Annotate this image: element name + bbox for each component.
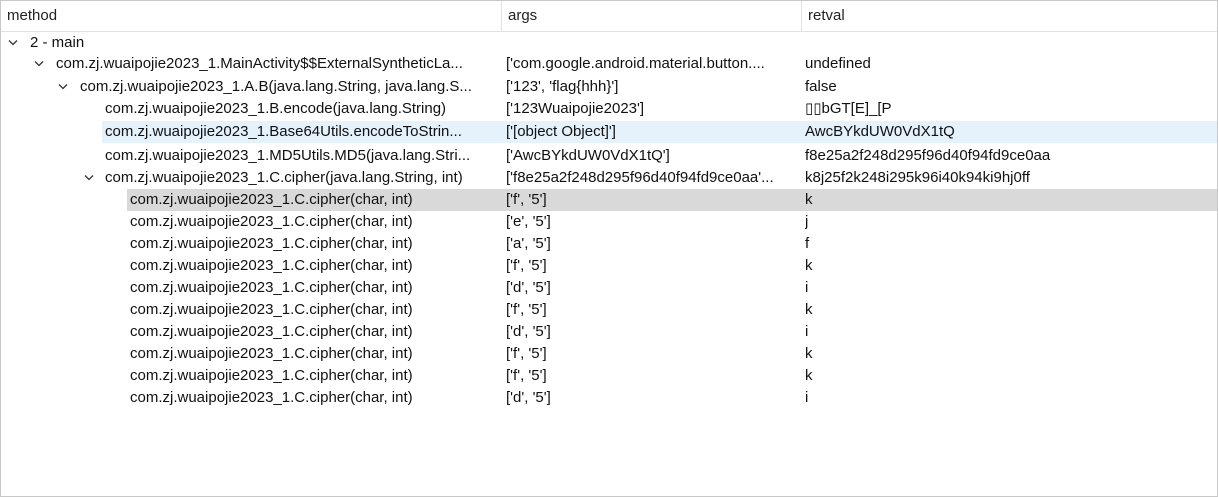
retval-cell: i — [805, 323, 809, 340]
retval-cell: k8j25f2k248i295k96i40k94ki9hj0ff — [805, 169, 1030, 186]
retval-cell: j — [805, 213, 809, 230]
tree-row[interactable]: com.zj.wuaipojie2023_1.C.cipher(char, in… — [1, 299, 1217, 321]
column-header: method args retval — [1, 1, 1217, 32]
method-cell: com.zj.wuaipojie2023_1.C.cipher(char, in… — [130, 257, 413, 274]
method-cell: com.zj.wuaipojie2023_1.C.cipher(char, in… — [130, 323, 413, 340]
tree-row[interactable]: com.zj.wuaipojie2023_1.Base64Utils.encod… — [1, 121, 1217, 143]
retval-cell: f — [805, 235, 810, 252]
tree-row[interactable]: 2 - main — [1, 32, 1217, 54]
method-cell: com.zj.wuaipojie2023_1.Base64Utils.encod… — [105, 123, 462, 140]
method-cell: com.zj.wuaipojie2023_1.C.cipher(char, in… — [130, 345, 413, 362]
tree-row[interactable]: com.zj.wuaipojie2023_1.C.cipher(char, in… — [1, 387, 1217, 409]
method-cell: com.zj.wuaipojie2023_1.A.B(java.lang.Str… — [80, 78, 472, 95]
method-cell: com.zj.wuaipojie2023_1.C.cipher(java.lan… — [105, 169, 463, 186]
args-cell: ['f8e25a2f248d295f96d40f94fd9ce0aa'... — [506, 169, 774, 186]
column-header-method[interactable]: method — [1, 1, 501, 31]
chevron-down-icon[interactable] — [81, 167, 97, 189]
args-cell — [506, 32, 799, 54]
chevron-down-icon[interactable] — [55, 76, 71, 98]
method-cell: com.zj.wuaipojie2023_1.MD5Utils.MD5(java… — [105, 147, 471, 164]
tree-row[interactable]: com.zj.wuaipojie2023_1.C.cipher(char, in… — [1, 189, 1217, 211]
tree-row[interactable]: com.zj.wuaipojie2023_1.B.encode(java.lan… — [1, 98, 1217, 120]
args-cell: ['f', '5'] — [506, 301, 547, 318]
args-cell: ['123', 'flag{hhh}'] — [506, 78, 619, 95]
tree-row[interactable]: com.zj.wuaipojie2023_1.C.cipher(char, in… — [1, 277, 1217, 299]
tree-row[interactable]: com.zj.wuaipojie2023_1.C.cipher(char, in… — [1, 365, 1217, 387]
method-cell: 2 - main — [30, 34, 85, 51]
call-trace-tree[interactable]: method args retval 2 - main com.zj.wuaipo… — [0, 0, 1218, 497]
method-cell: com.zj.wuaipojie2023_1.MainActivity$$Ext… — [56, 55, 463, 72]
args-cell: ['com.google.android.material.button.... — [506, 55, 765, 72]
chevron-down-icon[interactable] — [31, 53, 47, 75]
tree-row[interactable]: com.zj.wuaipojie2023_1.MainActivity$$Ext… — [1, 53, 1217, 75]
args-cell: ['d', '5'] — [506, 323, 551, 340]
retval-cell — [805, 32, 1215, 54]
method-cell: com.zj.wuaipojie2023_1.C.cipher(char, in… — [130, 235, 413, 252]
method-cell: com.zj.wuaipojie2023_1.C.cipher(char, in… — [130, 367, 413, 384]
args-cell: ['a', '5'] — [506, 235, 551, 252]
tree-row[interactable]: com.zj.wuaipojie2023_1.A.B(java.lang.Str… — [1, 76, 1217, 98]
tree-row[interactable]: com.zj.wuaipojie2023_1.C.cipher(char, in… — [1, 233, 1217, 255]
method-cell: com.zj.wuaipojie2023_1.C.cipher(char, in… — [130, 301, 413, 318]
args-cell: ['123Wuaipojie2023'] — [506, 100, 645, 117]
chevron-down-icon[interactable] — [5, 32, 21, 54]
tree-row[interactable]: com.zj.wuaipojie2023_1.C.cipher(char, in… — [1, 321, 1217, 343]
args-cell: ['e', '5'] — [506, 213, 551, 230]
method-cell: com.zj.wuaipojie2023_1.C.cipher(char, in… — [130, 389, 413, 406]
method-cell: com.zj.wuaipojie2023_1.B.encode(java.lan… — [105, 100, 447, 117]
method-cell: com.zj.wuaipojie2023_1.C.cipher(char, in… — [130, 279, 413, 296]
column-header-args[interactable]: args — [502, 1, 801, 31]
retval-cell: i — [805, 389, 809, 406]
retval-cell: k — [805, 345, 813, 362]
args-cell: ['f', '5'] — [506, 191, 547, 208]
args-cell: ['[object Object]'] — [506, 123, 616, 140]
retval-cell: k — [805, 191, 813, 208]
method-cell: com.zj.wuaipojie2023_1.C.cipher(char, in… — [130, 191, 413, 208]
args-cell: ['f', '5'] — [506, 257, 547, 274]
args-cell: ['d', '5'] — [506, 389, 551, 406]
tree-row[interactable]: com.zj.wuaipojie2023_1.C.cipher(char, in… — [1, 255, 1217, 277]
retval-cell: undefined — [805, 55, 871, 72]
retval-cell: false — [805, 78, 837, 95]
retval-cell: f8e25a2f248d295f96d40f94fd9ce0aa — [805, 147, 1051, 164]
tree-row[interactable]: com.zj.wuaipojie2023_1.C.cipher(java.lan… — [1, 167, 1217, 189]
args-cell: ['f', '5'] — [506, 367, 547, 384]
tree-row[interactable]: com.zj.wuaipojie2023_1.MD5Utils.MD5(java… — [1, 145, 1217, 167]
args-cell: ['d', '5'] — [506, 279, 551, 296]
retval-cell: k — [805, 367, 813, 384]
tree-row[interactable]: com.zj.wuaipojie2023_1.C.cipher(char, in… — [1, 211, 1217, 233]
retval-cell: ▯▯bGT[E]_[P — [805, 100, 892, 117]
method-cell: com.zj.wuaipojie2023_1.C.cipher(char, in… — [130, 213, 413, 230]
retval-cell: k — [805, 301, 813, 318]
args-cell: ['f', '5'] — [506, 345, 547, 362]
args-cell: ['AwcBYkdUW0VdX1tQ'] — [506, 147, 670, 164]
column-header-retval[interactable]: retval — [802, 1, 1217, 31]
retval-cell: i — [805, 279, 809, 296]
retval-cell: AwcBYkdUW0VdX1tQ — [805, 123, 955, 140]
tree-row[interactable]: com.zj.wuaipojie2023_1.C.cipher(char, in… — [1, 343, 1217, 365]
retval-cell: k — [805, 257, 813, 274]
